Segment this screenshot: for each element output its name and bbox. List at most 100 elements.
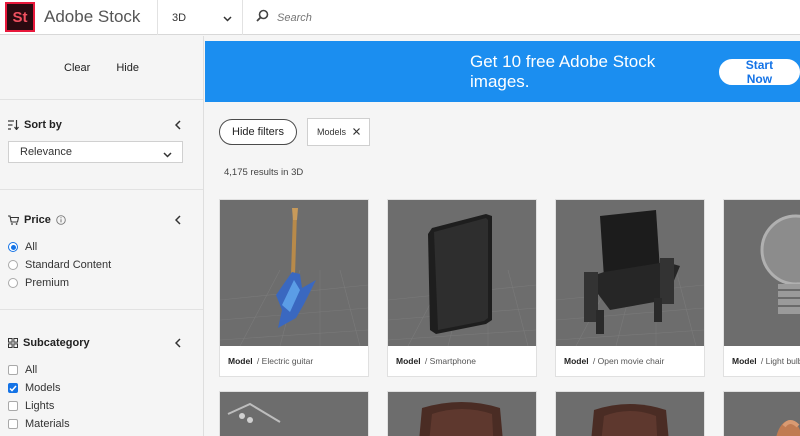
thumbnail[interactable] xyxy=(556,200,704,346)
thumbnail[interactable] xyxy=(724,392,800,436)
light-bulb-image xyxy=(724,200,800,346)
hide-button[interactable]: Hide xyxy=(116,62,139,74)
checkbox[interactable] xyxy=(8,383,18,393)
sort-dropdown[interactable]: Relevance xyxy=(8,141,183,163)
subcategory-option-materials[interactable]: Materials xyxy=(8,415,195,433)
option-label: All xyxy=(25,364,38,376)
cart-icon xyxy=(8,215,19,225)
price-option-standard[interactable]: Standard Content xyxy=(8,256,195,274)
card-caption: Model / Electric guitar xyxy=(228,356,314,366)
promo-banner: Get 10 free Adobe Stock images. Start No… xyxy=(205,41,800,102)
result-card[interactable]: Model / Light bulb xyxy=(723,199,800,377)
chevron-left-icon[interactable] xyxy=(175,120,181,130)
sort-icon xyxy=(8,120,19,130)
asset-name[interactable]: Light bulb xyxy=(766,356,800,366)
radio-button[interactable] xyxy=(8,242,18,252)
asset-type: Model xyxy=(228,356,253,366)
price-title: Price xyxy=(24,214,51,226)
sort-header[interactable]: Sort by xyxy=(8,115,195,135)
price-section: Price All Standard Content Premium xyxy=(0,190,203,310)
adobe-stock-logo[interactable]: St xyxy=(5,2,35,32)
chevron-left-icon[interactable] xyxy=(175,215,181,225)
thumbnail[interactable] xyxy=(220,392,368,436)
sort-section: Sort by Relevance xyxy=(0,100,203,190)
sort-title: Sort by xyxy=(24,119,62,131)
price-header[interactable]: Price xyxy=(8,210,195,230)
option-label: Premium xyxy=(25,277,70,289)
price-options: All Standard Content Premium xyxy=(8,238,195,292)
asset-type-select[interactable]: 3D xyxy=(157,0,243,35)
result-card[interactable] xyxy=(219,391,369,436)
subcategory-option-all[interactable]: All xyxy=(8,361,195,379)
subcategory-section: Subcategory All Models Lights Materials xyxy=(0,310,203,433)
tag-label: Models xyxy=(316,127,346,137)
start-now-button[interactable]: Start Now xyxy=(718,58,800,86)
banner-text: Get 10 free Adobe Stock images. xyxy=(470,51,656,91)
grid-icon xyxy=(8,338,18,348)
chevron-left-icon[interactable] xyxy=(175,338,181,348)
hide-filters-button[interactable]: Hide filters xyxy=(219,119,297,145)
card-caption: Model / Open movie chair xyxy=(564,356,665,366)
asset-name[interactable]: Smartphone xyxy=(430,356,476,366)
filter-sidebar: Clear Hide Sort by Relevance Price All S… xyxy=(0,36,204,436)
result-count: 4,175 results in 3D xyxy=(224,167,304,178)
guitar-image xyxy=(220,200,368,346)
search-icon[interactable] xyxy=(256,9,269,27)
result-card[interactable]: Model / Smartphone xyxy=(387,199,537,377)
info-icon[interactable] xyxy=(56,215,66,225)
filter-tag-models: Models xyxy=(306,118,370,146)
checkbox[interactable] xyxy=(8,365,18,375)
card-caption: Model / Smartphone xyxy=(396,356,476,366)
asset-name[interactable]: Open movie chair xyxy=(598,356,665,366)
clear-button[interactable]: Clear xyxy=(64,62,90,74)
model-image xyxy=(220,392,368,436)
checkbox[interactable] xyxy=(8,401,18,411)
option-label: Models xyxy=(25,382,61,394)
subcategory-header[interactable]: Subcategory xyxy=(8,333,195,353)
result-card[interactable]: Model / Electric guitar xyxy=(219,199,369,377)
subcategory-option-lights[interactable]: Lights xyxy=(8,397,195,415)
asset-type: Model xyxy=(564,356,589,366)
option-label: Materials xyxy=(25,418,70,430)
sort-value: Relevance xyxy=(20,146,72,158)
results-grid: Model / Electric guitar Model / Smartpho… xyxy=(219,199,800,436)
model-image xyxy=(388,392,536,436)
price-option-premium[interactable]: Premium xyxy=(8,274,195,292)
brand-name[interactable]: Adobe Stock xyxy=(44,7,157,27)
radio-button[interactable] xyxy=(8,260,18,270)
radio-button[interactable] xyxy=(8,278,18,288)
sidebar-actions: Clear Hide xyxy=(0,36,203,100)
model-image xyxy=(724,392,800,436)
result-card[interactable]: Model / Open movie chair xyxy=(555,199,705,377)
option-label: Standard Content xyxy=(25,259,112,271)
smartphone-image xyxy=(388,200,536,346)
asset-type: Model xyxy=(732,356,757,366)
model-image xyxy=(556,392,704,436)
chevron-down-icon xyxy=(223,13,232,25)
result-card[interactable] xyxy=(555,391,705,436)
results-toolbar: Hide filters Models xyxy=(219,118,370,146)
search-bar xyxy=(256,0,677,35)
result-card[interactable] xyxy=(387,391,537,436)
checkbox[interactable] xyxy=(8,419,18,429)
top-header: St Adobe Stock 3D xyxy=(0,0,800,35)
search-input[interactable] xyxy=(277,11,677,24)
thumbnail[interactable] xyxy=(556,392,704,436)
option-label: Lights xyxy=(25,400,55,412)
thumbnail[interactable] xyxy=(220,200,368,346)
card-caption: Model / Light bulb xyxy=(724,346,800,376)
thumbnail[interactable] xyxy=(388,392,536,436)
close-icon[interactable] xyxy=(353,127,360,137)
movie-chair-image xyxy=(556,200,704,346)
asset-type-value: 3D xyxy=(172,11,187,24)
result-card[interactable] xyxy=(723,391,800,436)
option-label: All xyxy=(25,241,38,253)
chevron-down-icon xyxy=(163,149,172,161)
thumbnail[interactable] xyxy=(388,200,536,346)
subcategory-option-models[interactable]: Models xyxy=(8,379,195,397)
asset-name[interactable]: Electric guitar xyxy=(262,356,314,366)
price-option-all[interactable]: All xyxy=(8,238,195,256)
asset-type: Model xyxy=(396,356,421,366)
thumbnail[interactable] xyxy=(724,200,800,346)
subcategory-title: Subcategory xyxy=(23,337,90,349)
